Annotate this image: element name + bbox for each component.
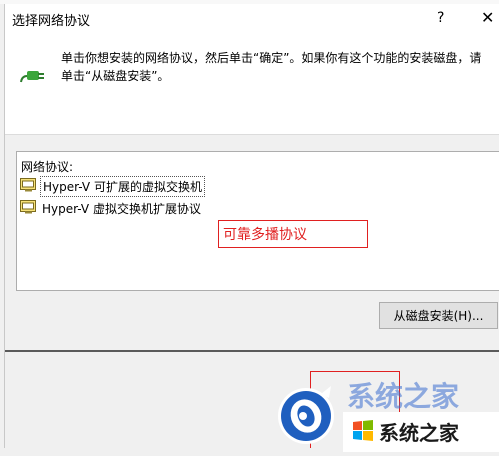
list-item-label: Hyper-V 虚拟交换机扩展协议 <box>42 201 201 216</box>
watermark-partial-text: 系统之家 <box>347 380 459 413</box>
protocol-item-icon <box>20 177 37 196</box>
select-network-protocol-dialog: 选择网络协议 ? ✕ 单击你想安装的网络协议，然后单击“确定”。如果你有这个功能… <box>4 4 499 452</box>
install-from-disk-button[interactable]: 从磁盘安装(H)... <box>379 302 498 329</box>
watermark-text: 系统之家 <box>379 421 460 445</box>
instruction-text: 单击你想安装的网络协议，然后单击“确定”。如果你有这个功能的安装磁盘，请单击“从… <box>61 51 482 83</box>
list-item-hyperv-extensible-switch[interactable]: Hyper-V 可扩展的虚拟交换机 <box>20 175 205 197</box>
network-protocol-plug-icon <box>19 68 45 88</box>
annotation-reliable-multicast: 可靠多播协议 <box>218 220 368 248</box>
close-button[interactable]: ✕ <box>481 8 494 27</box>
help-button[interactable]: ? <box>437 10 444 26</box>
dialog-separator <box>5 350 499 352</box>
protocol-item-icon <box>20 199 37 218</box>
instruction-header: 单击你想安装的网络协议，然后单击“确定”。如果你有这个功能的安装磁盘，请单击“从… <box>5 32 499 135</box>
title-bar: 选择网络协议 ? ✕ <box>5 4 499 32</box>
list-item-hyperv-switch-extension-protocol[interactable]: Hyper-V 虚拟交换机扩展协议 <box>20 198 203 218</box>
dialog-title: 选择网络协议 <box>12 14 91 29</box>
list-header: 网络协议: <box>21 160 74 174</box>
list-item-label: Hyper-V 可扩展的虚拟交换机 <box>40 175 205 197</box>
watermark: 系统之家 系统之家 <box>273 376 499 452</box>
annotation-text: 可靠多播协议 <box>223 227 307 243</box>
